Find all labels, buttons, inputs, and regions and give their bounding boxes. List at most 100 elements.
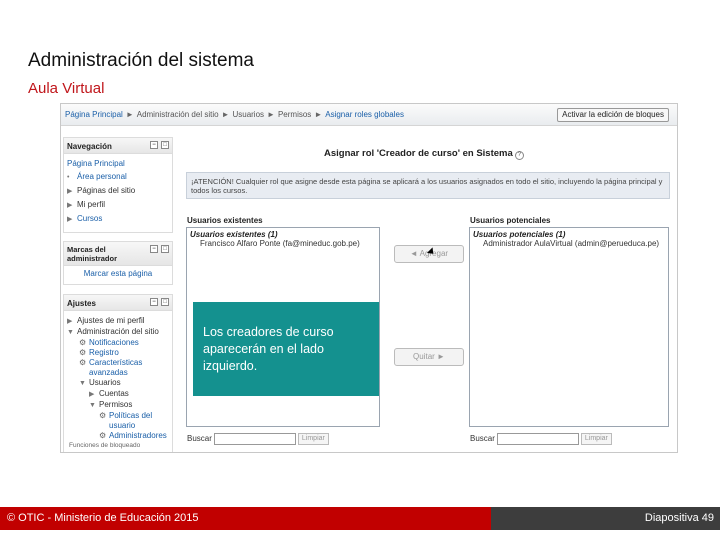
settings-block-header: Ajustes − □: [64, 295, 172, 311]
breadcrumb-separator: ►: [125, 110, 134, 119]
nav-item-label: Área personal: [77, 172, 127, 181]
settings-item-label: Administración del sitio: [77, 327, 159, 336]
settings-item-label: Permisos: [99, 400, 133, 409]
existing-user-option[interactable]: Francisco Alfaro Ponte (fa@mineduc.gob.p…: [190, 239, 376, 248]
bullet-icon: •: [67, 174, 70, 181]
existing-users-label: Usuarios existentes: [187, 216, 263, 225]
moodle-screenshot: Página Principal ► Administración del siti…: [60, 103, 678, 453]
breadcrumb-separator: ►: [221, 110, 230, 119]
nav-item[interactable]: ▶ Páginas del sitio: [67, 184, 169, 198]
settings-tree: ▶ Ajustes de mi perfil ▼ Administración de…: [64, 311, 172, 452]
gear-icon: ⚙: [99, 431, 107, 440]
navigation-block: Navegación − □ Página Principal • Área pe…: [63, 137, 173, 233]
settings-item[interactable]: ▼ Administración del sitio: [67, 327, 169, 338]
settings-item[interactable]: ⚙ Administradores: [67, 431, 169, 441]
dialog-title-text: Asignar rol 'Creador de curso' en Sistem…: [324, 148, 513, 159]
breadcrumb-site-admin[interactable]: Administración del sitio: [137, 110, 219, 119]
potential-users-group: Usuarios potenciales (1): [473, 230, 566, 239]
gear-icon: ⚙: [79, 358, 87, 367]
admin-bookmarks-block: Marcas del administrador − □ Marcar esta…: [63, 241, 173, 285]
expand-arrow-icon: ▶: [67, 202, 73, 209]
nav-home-link[interactable]: Página Principal: [67, 157, 169, 170]
nav-item-label: Páginas del sitio: [77, 186, 136, 195]
dock-icon[interactable]: □: [161, 245, 169, 253]
collapse-arrow-icon: ▼: [79, 380, 86, 387]
nav-item-label: Mi perfil: [77, 200, 106, 209]
settings-item[interactable]: ▼ Permisos: [67, 400, 169, 411]
footer-slide-number: Diapositiva 49: [491, 507, 720, 530]
potential-users-select[interactable]: Usuarios potenciales (1) Administrador A…: [469, 227, 669, 427]
nav-item[interactable]: ▶ Mi perfil: [67, 198, 169, 212]
dialog-title: Asignar rol 'Creador de curso' en Sistem…: [324, 148, 524, 160]
expand-arrow-icon: ▶: [67, 188, 73, 195]
settings-item-label: Políticas del usuario: [109, 411, 153, 430]
settings-item-label: Cuentas: [99, 389, 129, 398]
collapse-arrow-icon: ▼: [67, 329, 74, 336]
expand-arrow-icon: ▶: [67, 216, 73, 223]
slide-subtitle: Aula Virtual: [28, 80, 105, 97]
existing-search-input[interactable]: [213, 433, 296, 445]
global-role-warning: ¡ATENCIÓN! Cualquier rol que asigne desd…: [186, 172, 670, 199]
settings-item[interactable]: ▶ Ajustes de mi perfil: [67, 316, 169, 327]
settings-block: Ajustes − □ ▶ Ajustes de mi perfil ▼ Admin…: [63, 294, 173, 452]
potential-clear-button[interactable]: Limpiar: [580, 433, 612, 445]
expand-arrow-icon: ▶: [89, 391, 95, 398]
breadcrumb-assign-global-roles[interactable]: Asignar roles globales: [325, 110, 404, 119]
breadcrumb-permissions[interactable]: Permisos: [278, 110, 311, 119]
bookmark-link-wrap: Marcar esta página: [64, 266, 172, 278]
existing-search-row: Buscar Limpiar: [187, 433, 329, 445]
settings-item[interactable]: ⚙ Notificaciones: [67, 338, 169, 348]
search-label: Buscar: [470, 434, 495, 444]
collapse-icon[interactable]: −: [150, 298, 158, 306]
existing-users-group: Usuarios existentes (1): [190, 230, 278, 239]
gear-icon: ⚙: [99, 411, 107, 420]
potential-users-label: Usuarios potenciales: [470, 216, 551, 225]
navbar: Página Principal ► Administración del siti…: [61, 104, 677, 126]
callout-note: Los creadores de curso aparecerán en el …: [193, 302, 379, 396]
existing-clear-button[interactable]: Limpiar: [297, 433, 329, 445]
breadcrumb: Página Principal ► Administración del siti…: [65, 110, 404, 119]
help-icon[interactable]: ?: [514, 151, 524, 160]
breadcrumb-home[interactable]: Página Principal: [65, 110, 123, 119]
settings-item[interactable]: ▶ Cuentas: [67, 389, 169, 400]
settings-item-label: Ajustes de mi perfil: [77, 316, 145, 325]
settings-item-label: Administradores: [109, 431, 167, 440]
settings-item[interactable]: ⚙ Registro: [67, 348, 169, 358]
breadcrumb-separator: ►: [267, 110, 275, 119]
dock-icon[interactable]: □: [161, 141, 169, 149]
blocks-editing-button[interactable]: Activar la edición de bloques: [557, 108, 669, 122]
settings-item-label: Características avanzadas: [89, 358, 143, 377]
collapse-icon[interactable]: −: [150, 141, 158, 149]
remove-button[interactable]: Quitar ►: [394, 348, 464, 366]
settings-item[interactable]: ⚙ Características avanzadas: [67, 358, 169, 378]
settings-more-item[interactable]: Funciones de bloqueado: [67, 441, 169, 451]
bookmark-page-link[interactable]: Marcar esta página: [84, 269, 152, 278]
settings-item[interactable]: ⚙ Políticas del usuario: [67, 411, 169, 431]
collapse-icon[interactable]: −: [150, 245, 158, 253]
settings-block-title: Ajustes: [67, 299, 96, 308]
navigation-block-header: Navegación − □: [64, 138, 172, 154]
potential-user-option[interactable]: Administrador AulaVirtual (admin@peruedu…: [473, 239, 665, 248]
breadcrumb-separator: ►: [314, 110, 323, 119]
potential-search-input[interactable]: [496, 433, 579, 445]
nav-item[interactable]: • Área personal: [67, 170, 169, 184]
settings-item-label: Registro: [89, 348, 119, 357]
settings-item-label: Notificaciones: [89, 338, 139, 347]
gear-icon: ⚙: [79, 338, 87, 347]
admin-bookmarks-header: Marcas del administrador − □: [64, 242, 172, 266]
admin-bookmarks-title: Marcas del administrador: [67, 245, 118, 263]
breadcrumb-users[interactable]: Usuarios: [232, 110, 264, 119]
collapse-arrow-icon: ▼: [89, 402, 96, 409]
slide-title: Administración del sistema: [28, 50, 254, 71]
nav-item-label: Cursos: [77, 214, 103, 223]
nav-item[interactable]: ▶ Cursos: [67, 212, 169, 226]
settings-item-label: Usuarios: [89, 378, 121, 387]
potential-search-row: Buscar Limpiar: [470, 433, 612, 445]
footer-copyright: © OTIC - Ministerio de Educación 2015: [0, 507, 491, 530]
expand-arrow-icon: ▶: [67, 318, 73, 325]
dock-icon[interactable]: □: [161, 298, 169, 306]
navigation-block-title: Navegación: [67, 142, 112, 151]
gear-icon: ⚙: [79, 348, 87, 357]
navigation-list: Página Principal • Área personal ▶ Páginas…: [64, 154, 172, 229]
settings-item[interactable]: ▼ Usuarios: [67, 378, 169, 389]
